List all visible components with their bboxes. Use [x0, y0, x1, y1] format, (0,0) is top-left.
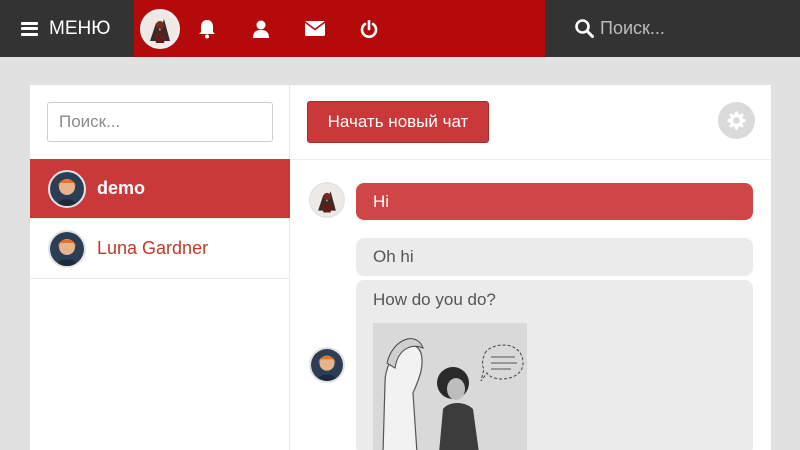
avatar: [48, 229, 86, 268]
top-navbar: МЕНЮ: [0, 0, 800, 57]
message-bubble-mine: Hi: [356, 183, 753, 220]
envelope-icon[interactable]: [288, 0, 342, 57]
message-image[interactable]: [373, 323, 527, 450]
contact-search-input[interactable]: [47, 102, 273, 142]
message-bubble-other: Oh hi: [356, 238, 753, 276]
new-chat-button[interactable]: Начать новый чат: [307, 101, 489, 143]
user-toolbar: [133, 0, 545, 57]
power-icon[interactable]: [342, 0, 396, 57]
message-text: How do you do?: [373, 290, 496, 309]
message-bubble-other-image: How do you do?: [356, 280, 753, 450]
message-text: Hi: [373, 191, 390, 211]
hamburger-icon: [21, 21, 38, 36]
top-search-input[interactable]: [600, 18, 800, 39]
avatar: [48, 169, 86, 208]
contact-item-demo[interactable]: demo: [30, 159, 290, 219]
user-avatar[interactable]: [139, 8, 180, 49]
menu-label: МЕНЮ: [49, 17, 111, 39]
contact-name: Luna Gardner: [97, 238, 209, 258]
sender-avatar: [309, 182, 345, 218]
messenger-panel: demo Luna Gardner Начать новый чат Hi Oh…: [30, 85, 771, 450]
top-search: [545, 0, 800, 57]
chat-area: Начать новый чат Hi Oh hi How do you do?: [291, 85, 771, 450]
search-icon: [575, 19, 594, 38]
contact-name: demo: [97, 178, 146, 198]
gear-icon[interactable]: [718, 102, 755, 139]
user-icon[interactable]: [234, 0, 288, 57]
contact-item-luna-gardner[interactable]: Luna Gardner: [30, 219, 290, 279]
menu-button[interactable]: МЕНЮ: [0, 0, 134, 57]
contacts-sidebar: demo Luna Gardner: [30, 85, 290, 450]
message-text: Oh hi: [373, 247, 414, 266]
bell-icon[interactable]: [180, 0, 234, 57]
recipient-avatar: [309, 347, 345, 383]
chat-header: Начать новый чат: [291, 85, 771, 160]
